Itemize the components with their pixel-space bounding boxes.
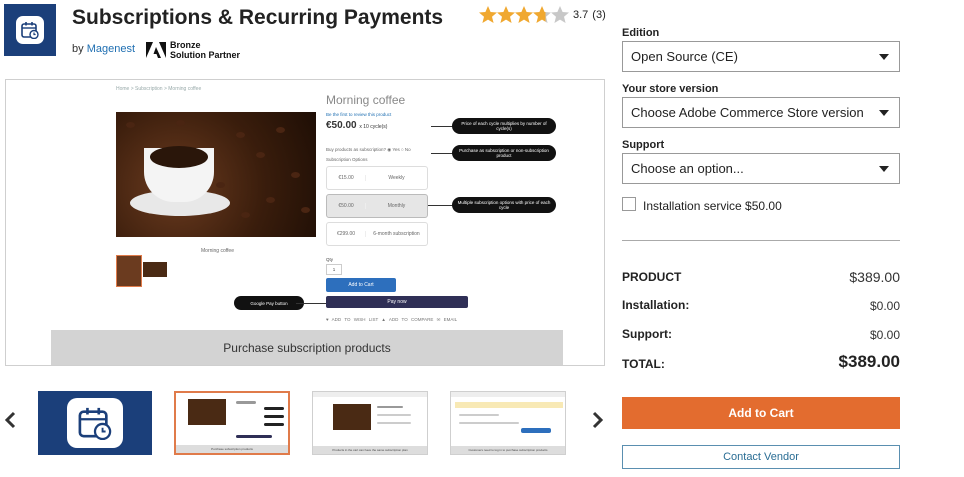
page-title: Subscriptions & Recurring Payments <box>72 6 444 29</box>
partner-tier: Bronze <box>170 40 201 50</box>
preview-options-label: Subscription Options <box>326 157 368 162</box>
support-sum-label: Support: <box>622 327 672 341</box>
edition-select[interactable]: Open Source (CE) <box>622 41 900 72</box>
star-rating-icon <box>479 6 569 23</box>
chevron-left-icon <box>4 411 16 429</box>
adobe-logo-icon <box>146 42 166 58</box>
by-label: by <box>72 43 84 55</box>
caret-down-icon <box>879 109 889 116</box>
chevron-right-icon <box>592 411 604 429</box>
rating[interactable]: 3.7 (3) <box>479 6 606 24</box>
callout-multiple-options: Multiple subscription options with price… <box>452 197 556 213</box>
callout-purchase: Purchase as subscription or non-subscrip… <box>452 145 556 161</box>
vendor-byline: by Magenest <box>72 43 135 55</box>
caret-down-icon <box>879 53 889 60</box>
summary-divider <box>622 240 900 241</box>
rating-count: (3) <box>592 9 606 21</box>
edition-value: Open Source (CE) <box>631 49 738 64</box>
support-label: Support <box>622 139 665 151</box>
preview-thumb <box>116 255 142 287</box>
support-select[interactable]: Choose an option... <box>622 153 900 184</box>
preview-banner: Purchase subscription products <box>51 330 563 365</box>
contact-vendor-button[interactable]: Contact Vendor <box>622 445 900 469</box>
main-preview-image[interactable]: Home > Subscription > Morning coffee Mor… <box>5 79 605 366</box>
preview-option: €299.00 6-month subscription <box>326 222 428 246</box>
preview-option: €15.00 Weekly <box>326 166 428 190</box>
extension-logo <box>4 4 56 56</box>
partner-badge: Bronze Solution Partner <box>146 40 240 60</box>
preview-product-name: Morning coffee <box>326 93 406 107</box>
partner-type: Solution Partner <box>170 50 241 60</box>
callout-price: Price of each cycle multiplies by number… <box>452 118 556 134</box>
preview-qty-box: 1 <box>326 264 342 275</box>
preview-add-to-cart: Add to Cart <box>326 278 396 292</box>
preview-breadcrumb: Home > Subscription > Morning coffee <box>116 86 202 92</box>
support-price: $0.00 <box>869 328 900 342</box>
carousel-prev-button[interactable] <box>4 411 16 435</box>
rating-value: 3.7 <box>573 9 589 21</box>
thumbnail-2[interactable]: Purchase subscription products <box>174 391 290 455</box>
thumbnail-4[interactable]: Customers need to log in to purchase sub… <box>450 391 566 455</box>
caret-down-icon <box>879 165 889 172</box>
edition-label: Edition <box>622 27 660 39</box>
preview-links: ♥ ADD TO WISH LIST ▲ ADD TO COMPARE ✉ EM… <box>326 317 458 322</box>
thumbnail-3[interactable]: Products in the cart can have the same s… <box>312 391 428 455</box>
vendor-link[interactable]: Magenest <box>87 43 135 55</box>
thumbnail-caption: Purchase subscription products <box>176 445 288 453</box>
store-version-label: Your store version <box>622 83 719 95</box>
preview-thumb <box>143 262 167 277</box>
thumbnail-caption: Customers need to log in to purchase sub… <box>451 446 565 454</box>
callout-gpay: Google Pay button <box>234 296 304 310</box>
add-to-cart-button[interactable]: Add to Cart <box>622 397 900 429</box>
preview-purchase-question: Buy products as subscription? ◉ Yes ○ No <box>326 147 411 152</box>
store-version-value: Choose Adobe Commerce Store version <box>631 105 864 120</box>
installation-price: $0.00 <box>869 299 900 313</box>
carousel-next-button[interactable] <box>592 411 604 435</box>
preview-image-caption: Morning coffee <box>201 248 234 254</box>
thumbnail-caption: Products in the cart can have the same s… <box>313 446 427 454</box>
thumbnail-1[interactable] <box>38 391 152 455</box>
preview-pay-now: Pay now <box>326 296 468 308</box>
preview-price: €50.00 x 10 cycle(s) <box>326 120 388 131</box>
preview-qty-label: Qty <box>326 257 334 262</box>
product-price: $389.00 <box>849 269 900 285</box>
coffee-photo <box>116 112 316 237</box>
preview-option: €50.00 Monthly <box>326 194 428 218</box>
total-label: TOTAL: <box>622 357 665 371</box>
installation-label[interactable]: Installation service $50.00 <box>643 199 782 213</box>
total-price: $389.00 <box>838 352 900 371</box>
installation-sum-label: Installation: <box>622 298 690 312</box>
product-label: PRODUCT <box>622 270 682 284</box>
preview-review-link: Be the first to review this product <box>326 112 392 117</box>
store-version-select[interactable]: Choose Adobe Commerce Store version <box>622 97 900 128</box>
calendar-clock-icon <box>21 22 39 39</box>
support-value: Choose an option... <box>631 161 744 176</box>
installation-checkbox[interactable] <box>622 197 636 211</box>
calendar-clock-icon <box>78 407 112 440</box>
